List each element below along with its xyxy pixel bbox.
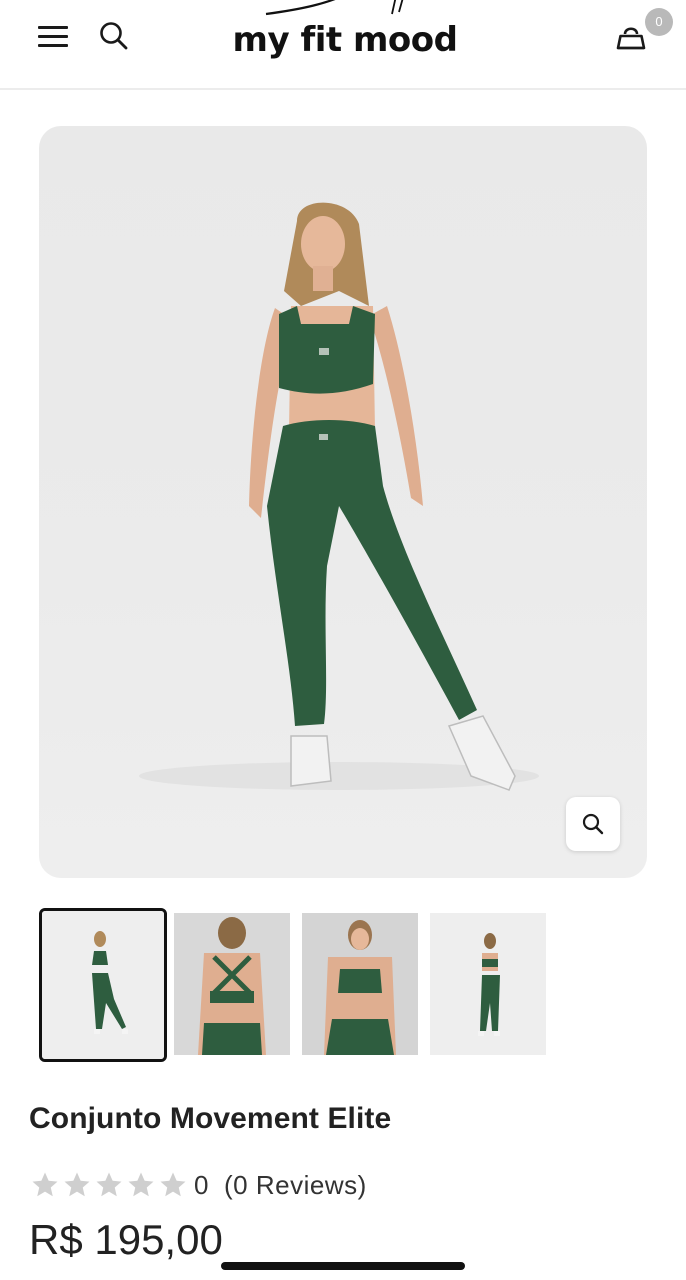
- reviews-link[interactable]: (0 Reviews): [224, 1170, 367, 1201]
- site-header: my fit mood 0: [0, 0, 686, 90]
- rating-value: 0: [194, 1170, 209, 1200]
- zoom-button[interactable]: [566, 797, 620, 851]
- star-icon: [96, 1172, 122, 1197]
- star-icon: [128, 1172, 154, 1197]
- logo-swash-icon: [265, 0, 404, 16]
- thumbnail-3[interactable]: [302, 913, 418, 1055]
- home-indicator: [221, 1262, 465, 1270]
- product-title: Conjunto Movement Elite: [29, 1102, 392, 1135]
- logo-text: my fit mood: [232, 20, 458, 60]
- site-logo[interactable]: my fit mood: [200, 0, 490, 80]
- model-photo: [139, 202, 539, 791]
- product-main-image[interactable]: [39, 126, 647, 878]
- thumbnail-2[interactable]: [174, 913, 290, 1055]
- zoom-icon: [582, 813, 604, 835]
- star-icon: [64, 1172, 90, 1197]
- menu-icon[interactable]: [38, 22, 70, 50]
- thumbnail-4[interactable]: [430, 913, 546, 1055]
- search-icon[interactable]: [98, 20, 130, 52]
- star-icon: [160, 1172, 186, 1197]
- product-price: R$ 195,00: [29, 1216, 223, 1263]
- cart-count-badge: 0: [645, 8, 673, 36]
- star-icon: [32, 1172, 58, 1197]
- thumbnail-1[interactable]: [39, 908, 167, 1062]
